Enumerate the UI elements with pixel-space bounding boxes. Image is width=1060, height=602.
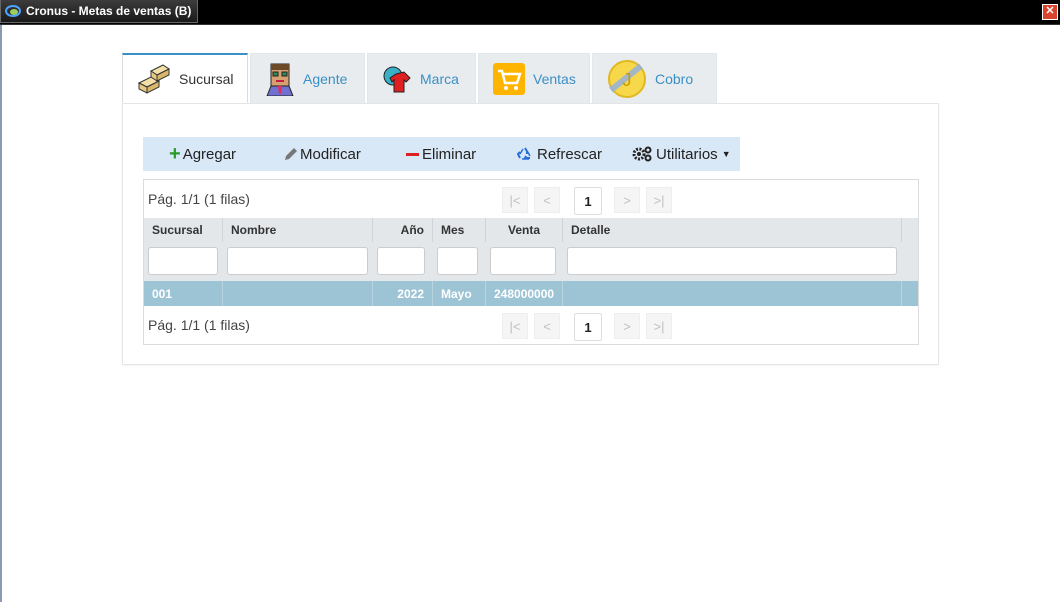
filter-row — [144, 242, 918, 281]
window-titlebar: Cronus - Metas de ventas (B) ✕ — [0, 0, 1060, 25]
tab-label: Cobro — [655, 70, 694, 87]
tab-label: Agente — [303, 70, 348, 87]
filter-sucursal-input[interactable] — [148, 247, 218, 275]
cell-mes: Mayo — [433, 281, 486, 306]
filter-mes-input[interactable] — [437, 247, 478, 275]
coin-icon: J — [608, 59, 646, 98]
tab-bar: Sucursal Agente Marca Ventas J Cobro — [122, 53, 719, 103]
caret-down-icon: ▼ — [721, 149, 731, 159]
close-button[interactable]: ✕ — [1042, 4, 1058, 20]
boxes-icon — [137, 63, 170, 94]
column-header-detalle[interactable]: Detalle — [563, 218, 902, 242]
edit-button[interactable]: Modificar — [284, 137, 361, 171]
prev-page-button[interactable]: < — [534, 187, 560, 213]
tab-agente[interactable]: Agente — [250, 53, 365, 103]
tab-content-panel: + Agregar Modificar Eliminar Refrescar U… — [122, 103, 939, 365]
toolbar: + Agregar Modificar Eliminar Refrescar U… — [143, 137, 740, 171]
column-header-venta[interactable]: Venta — [486, 218, 563, 242]
agent-icon — [266, 63, 294, 96]
cart-icon — [493, 62, 525, 95]
window-left-border — [0, 25, 2, 602]
refresh-button[interactable]: Refrescar — [517, 137, 602, 171]
first-page-button[interactable]: |< — [502, 313, 528, 339]
utilities-label: Utilitarios — [656, 145, 718, 163]
plus-icon: + — [169, 143, 181, 165]
table-header: Sucursal Nombre Año Mes Venta Detalle — [144, 218, 918, 242]
cell-nombre — [223, 281, 373, 306]
data-grid: Pág. 1/1 (1 filas) |< < 1 > >| Sucursal … — [143, 179, 919, 345]
tab-sucursal[interactable]: Sucursal — [122, 53, 248, 103]
cell-anio: 2022 — [373, 281, 433, 306]
table-row[interactable]: 001 2022 Mayo 248000000 — [144, 281, 918, 306]
column-header-nombre[interactable]: Nombre — [223, 218, 373, 242]
tab-label: Marca — [420, 70, 459, 87]
delete-button-label: Eliminar — [422, 145, 477, 163]
pager-top: Pág. 1/1 (1 filas) |< < 1 > >| — [144, 181, 918, 217]
first-page-button[interactable]: |< — [502, 187, 528, 213]
recycle-icon — [517, 147, 531, 160]
next-page-button[interactable]: > — [614, 187, 640, 213]
cell-sucursal: 001 — [144, 281, 223, 306]
page-number-button[interactable]: 1 — [574, 313, 602, 341]
minus-icon — [406, 152, 419, 156]
pager-info: Pág. 1/1 (1 filas) — [148, 317, 250, 333]
filter-anio-input[interactable] — [377, 247, 425, 275]
utilities-dropdown[interactable]: Utilitarios ▼ — [632, 137, 731, 171]
gears-icon — [632, 146, 652, 162]
tab-label: Sucursal — [179, 70, 234, 87]
next-page-button[interactable]: > — [614, 313, 640, 339]
delete-button[interactable]: Eliminar — [406, 137, 476, 171]
pencil-icon — [285, 148, 297, 160]
page-number-button[interactable]: 1 — [574, 187, 602, 215]
add-button-label: Agregar — [182, 145, 237, 163]
pager-info: Pág. 1/1 (1 filas) — [148, 191, 250, 207]
edit-button-label: Modificar — [300, 145, 361, 163]
tab-ventas[interactable]: Ventas — [478, 53, 590, 103]
brand-icon — [383, 66, 411, 92]
svg-text:J: J — [623, 70, 632, 90]
tab-marca[interactable]: Marca — [367, 53, 476, 103]
add-button[interactable]: + Agregar — [169, 137, 236, 171]
filter-venta-input[interactable] — [490, 247, 556, 275]
last-page-button[interactable]: >| — [646, 187, 672, 213]
column-header-anio[interactable]: Año — [373, 218, 433, 242]
cell-venta: 248000000 — [486, 281, 563, 306]
tab-label: Ventas — [533, 70, 576, 87]
column-header-sucursal[interactable]: Sucursal — [144, 218, 223, 242]
window-title: Cronus - Metas de ventas (B) — [26, 4, 192, 18]
last-page-button[interactable]: >| — [646, 313, 672, 339]
pager-bottom: Pág. 1/1 (1 filas) |< < 1 > >| — [144, 307, 918, 343]
column-header-mes[interactable]: Mes — [433, 218, 486, 242]
tab-cobro[interactable]: J Cobro — [592, 53, 717, 103]
refresh-button-label: Refrescar — [537, 145, 603, 163]
prev-page-button[interactable]: < — [534, 313, 560, 339]
app-logo-icon — [5, 5, 21, 17]
filter-detalle-input[interactable] — [567, 247, 897, 275]
window-title-tab[interactable]: Cronus - Metas de ventas (B) — [0, 0, 199, 23]
filter-nombre-input[interactable] — [227, 247, 368, 275]
cell-detalle — [563, 281, 902, 306]
